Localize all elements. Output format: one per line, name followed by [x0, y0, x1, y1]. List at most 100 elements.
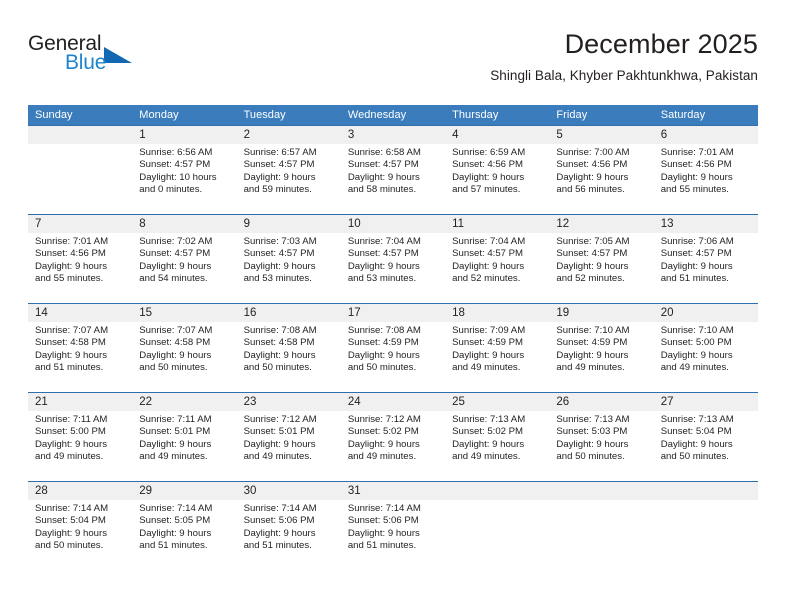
sunrise-text: Sunrise: 7:02 AM	[139, 236, 213, 247]
day-cell[interactable]: 18 Sunrise: 7:09 AM Sunset: 4:59 PM Dayl…	[445, 304, 550, 392]
day-cell[interactable]: 5 Sunrise: 7:00 AM Sunset: 4:56 PM Dayli…	[549, 126, 654, 214]
day-number: 12	[549, 215, 654, 233]
day-cell[interactable]: 10 Sunrise: 7:04 AM Sunset: 4:57 PM Dayl…	[340, 215, 446, 303]
daylight-text-line1: Daylight: 9 hours	[243, 527, 316, 539]
daylight-text-line2: and 50 minutes.	[556, 451, 625, 463]
day-number: 29	[132, 482, 237, 500]
day-number: 16	[236, 304, 341, 322]
day-cell[interactable]: 2 Sunrise: 6:57 AM Sunset: 4:57 PM Dayli…	[236, 126, 341, 214]
sunrise-text: Sunrise: 7:14 AM	[35, 503, 109, 514]
sunrise-text: Sunrise: 7:12 AM	[243, 414, 317, 425]
daylight-text-line2: and 52 minutes.	[452, 273, 521, 285]
sunset-text: Sunset: 5:02 PM	[347, 426, 419, 438]
day-number	[28, 126, 133, 144]
day-cell[interactable]: 4 Sunrise: 6:59 AM Sunset: 4:56 PM Dayli…	[445, 126, 550, 214]
day-cell[interactable]: 11 Sunrise: 7:04 AM Sunset: 4:57 PM Dayl…	[445, 215, 550, 303]
daylight-text-line1: Daylight: 9 hours	[139, 527, 212, 539]
day-cell[interactable]: 13 Sunrise: 7:06 AM Sunset: 4:57 PM Dayl…	[653, 215, 758, 303]
day-cell[interactable]	[549, 482, 654, 570]
daylight-text-line1: Daylight: 9 hours	[243, 438, 316, 450]
day-number: 25	[445, 393, 550, 411]
day-number: 18	[445, 304, 550, 322]
daylight-text-line1: Daylight: 9 hours	[243, 171, 316, 183]
day-info: Sunrise: 7:08 AM Sunset: 4:59 PM Dayligh…	[341, 322, 445, 375]
day-cell[interactable]: 24 Sunrise: 7:12 AM Sunset: 5:02 PM Dayl…	[340, 393, 446, 481]
sunset-text: Sunset: 5:04 PM	[660, 426, 732, 438]
daylight-text-line2: and 50 minutes.	[139, 362, 208, 374]
day-info: Sunrise: 7:00 AM Sunset: 4:56 PM Dayligh…	[549, 144, 653, 197]
day-cell[interactable]: 30 Sunrise: 7:14 AM Sunset: 5:06 PM Dayl…	[236, 482, 341, 570]
sunset-text: Sunset: 4:59 PM	[556, 337, 628, 349]
day-cell[interactable]: 1 Sunrise: 6:56 AM Sunset: 4:57 PM Dayli…	[132, 126, 237, 214]
daylight-text-line1: Daylight: 9 hours	[452, 349, 525, 361]
day-cell[interactable]: 25 Sunrise: 7:13 AM Sunset: 5:02 PM Dayl…	[445, 393, 550, 481]
sunrise-text: Sunrise: 7:10 AM	[660, 325, 734, 336]
day-cell[interactable]: 7 Sunrise: 7:01 AM Sunset: 4:56 PM Dayli…	[28, 215, 133, 303]
daylight-text-line2: and 55 minutes.	[660, 184, 729, 196]
sunset-text: Sunset: 4:58 PM	[139, 337, 211, 349]
day-cell[interactable]: 14 Sunrise: 7:07 AM Sunset: 4:58 PM Dayl…	[28, 304, 133, 392]
general-blue-logo[interactable]: General Blue	[28, 32, 208, 84]
day-number: 13	[653, 215, 758, 233]
daylight-text-line1: Daylight: 9 hours	[347, 527, 420, 539]
sunset-text: Sunset: 5:00 PM	[35, 426, 106, 438]
sunset-text: Sunset: 4:57 PM	[243, 159, 315, 171]
day-cell[interactable]: 8 Sunrise: 7:02 AM Sunset: 4:57 PM Dayli…	[132, 215, 237, 303]
day-cell[interactable]: 12 Sunrise: 7:05 AM Sunset: 4:57 PM Dayl…	[549, 215, 654, 303]
sunrise-text: Sunrise: 7:14 AM	[243, 503, 317, 514]
daylight-text-line2: and 55 minutes.	[35, 273, 104, 285]
day-info	[549, 500, 653, 503]
day-info: Sunrise: 7:03 AM Sunset: 4:57 PM Dayligh…	[237, 233, 341, 286]
day-cell[interactable]: 21 Sunrise: 7:11 AM Sunset: 5:00 PM Dayl…	[28, 393, 133, 481]
day-cell[interactable]: 16 Sunrise: 7:08 AM Sunset: 4:58 PM Dayl…	[236, 304, 341, 392]
day-cell[interactable]: 17 Sunrise: 7:08 AM Sunset: 4:59 PM Dayl…	[340, 304, 446, 392]
daylight-text-line2: and 51 minutes.	[660, 273, 729, 285]
day-cell[interactable]	[28, 126, 133, 214]
title-block: December 2025 Shingli Bala, Khyber Pakht…	[490, 28, 758, 86]
day-cell[interactable]: 6 Sunrise: 7:01 AM Sunset: 4:56 PM Dayli…	[653, 126, 758, 214]
daylight-text-line2: and 50 minutes.	[243, 362, 312, 374]
day-number: 21	[28, 393, 133, 411]
day-cell[interactable]: 19 Sunrise: 7:10 AM Sunset: 4:59 PM Dayl…	[549, 304, 654, 392]
day-cell[interactable]: 15 Sunrise: 7:07 AM Sunset: 4:58 PM Dayl…	[132, 304, 237, 392]
daylight-text-line2: and 56 minutes.	[556, 184, 625, 196]
daylight-text-line1: Daylight: 9 hours	[139, 260, 212, 272]
sunrise-text: Sunrise: 7:14 AM	[347, 503, 421, 514]
sunrise-text: Sunrise: 7:00 AM	[556, 147, 630, 158]
day-cell[interactable]: 9 Sunrise: 7:03 AM Sunset: 4:57 PM Dayli…	[236, 215, 341, 303]
daylight-text-line2: and 49 minutes.	[452, 362, 521, 374]
day-cell[interactable]: 27 Sunrise: 7:13 AM Sunset: 5:04 PM Dayl…	[653, 393, 758, 481]
daylight-text-line1: Daylight: 9 hours	[347, 260, 420, 272]
day-cell[interactable]: 28 Sunrise: 7:14 AM Sunset: 5:04 PM Dayl…	[28, 482, 133, 570]
sunrise-text: Sunrise: 7:07 AM	[139, 325, 213, 336]
day-cell[interactable]: 31 Sunrise: 7:14 AM Sunset: 5:06 PM Dayl…	[340, 482, 446, 570]
day-info: Sunrise: 7:12 AM Sunset: 5:02 PM Dayligh…	[341, 411, 445, 464]
sunset-text: Sunset: 4:57 PM	[139, 159, 211, 171]
weekday-header-friday: Friday	[556, 109, 588, 121]
day-cell[interactable]: 23 Sunrise: 7:12 AM Sunset: 5:01 PM Dayl…	[236, 393, 341, 481]
daylight-text-line2: and 49 minutes.	[660, 362, 729, 374]
day-cell[interactable]	[653, 482, 758, 570]
sunset-text: Sunset: 5:04 PM	[35, 515, 106, 527]
day-info: Sunrise: 7:10 AM Sunset: 4:59 PM Dayligh…	[549, 322, 653, 375]
sunrise-text: Sunrise: 7:01 AM	[660, 147, 734, 158]
day-info: Sunrise: 6:57 AM Sunset: 4:57 PM Dayligh…	[237, 144, 341, 197]
day-info: Sunrise: 7:02 AM Sunset: 4:57 PM Dayligh…	[132, 233, 236, 286]
sunset-text: Sunset: 4:59 PM	[347, 337, 419, 349]
day-cell[interactable]: 20 Sunrise: 7:10 AM Sunset: 5:00 PM Dayl…	[653, 304, 758, 392]
day-cell[interactable]: 26 Sunrise: 7:13 AM Sunset: 5:03 PM Dayl…	[549, 393, 654, 481]
day-number: 11	[445, 215, 550, 233]
day-cell[interactable]: 3 Sunrise: 6:58 AM Sunset: 4:57 PM Dayli…	[340, 126, 446, 214]
day-cell[interactable]: 29 Sunrise: 7:14 AM Sunset: 5:05 PM Dayl…	[132, 482, 237, 570]
day-number: 28	[28, 482, 133, 500]
day-cell[interactable]	[445, 482, 550, 570]
sunset-text: Sunset: 4:57 PM	[347, 159, 419, 171]
daylight-text-line1: Daylight: 9 hours	[660, 349, 733, 361]
day-number: 2	[236, 126, 341, 144]
sunrise-text: Sunrise: 7:12 AM	[347, 414, 421, 425]
day-number	[549, 482, 654, 500]
day-number: 20	[653, 304, 758, 322]
daylight-text-line1: Daylight: 10 hours	[139, 171, 217, 183]
day-cell[interactable]: 22 Sunrise: 7:11 AM Sunset: 5:01 PM Dayl…	[132, 393, 237, 481]
daylight-text-line2: and 0 minutes.	[139, 184, 203, 196]
